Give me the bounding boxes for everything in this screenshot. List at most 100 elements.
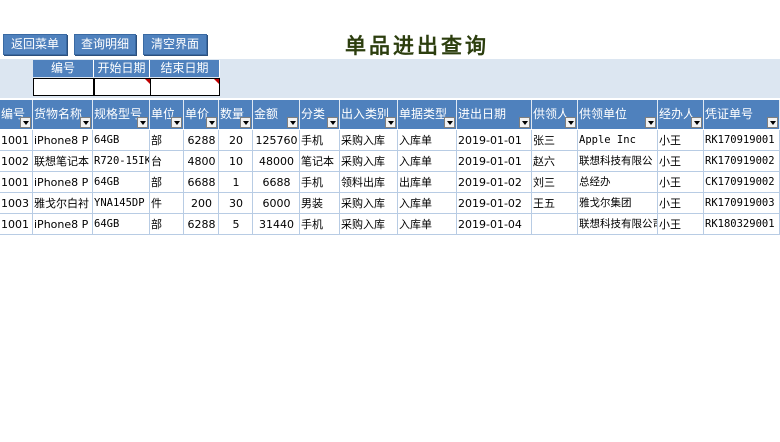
table-cell[interactable]: 30 [219,193,253,214]
table-cell[interactable]: 件 [150,193,184,214]
table-cell[interactable]: 小王 [658,214,704,235]
table-cell[interactable]: 采购入库 [340,151,398,172]
table-cell[interactable]: R720-15IK [93,151,150,172]
table-cell[interactable]: 2019-01-04 [457,214,532,235]
table-cell[interactable]: 男装 [300,193,340,214]
table-cell[interactable]: 2019-01-01 [457,130,532,151]
table-cell[interactable]: 2019-01-02 [457,193,532,214]
filter-dropdown-icon[interactable] [171,117,182,128]
table-cell[interactable]: RK180329001 [704,214,780,235]
table-cell[interactable]: 笔记本 [300,151,340,172]
table-cell[interactable]: 64GB [93,130,150,151]
table-cell[interactable]: 雅戈尔白衬 [33,193,93,214]
back-to-menu-button[interactable]: 返回菜单 [3,34,67,55]
table-cell[interactable]: 5 [219,214,253,235]
table-cell[interactable]: RK170919003 [704,193,780,214]
table-cell[interactable] [532,214,578,235]
table-cell[interactable]: 采购入库 [340,193,398,214]
filter-dropdown-icon[interactable] [240,117,251,128]
table-cell[interactable]: 200 [184,193,219,214]
filter-dropdown-icon[interactable] [287,117,298,128]
table-cell[interactable]: 2019-01-02 [457,172,532,193]
table-cell[interactable]: 雅戈尔集团 [578,193,658,214]
table-cell[interactable]: 部 [150,130,184,151]
table-cell[interactable]: 联想科技有限公 [578,151,658,172]
filter-end-input[interactable] [150,78,220,96]
table-cell[interactable]: 48000 [253,151,300,172]
table-cell[interactable]: 1003 [0,193,33,214]
filter-dropdown-icon[interactable] [327,117,338,128]
filter-dropdown-icon[interactable] [137,117,148,128]
table-cell[interactable]: 6288 [184,214,219,235]
table-cell[interactable]: 31440 [253,214,300,235]
filter-dropdown-icon[interactable] [80,117,91,128]
table-cell[interactable]: 王五 [532,193,578,214]
table-row[interactable]: 1001 iPhone8 P 64GB 部 6688 1 6688 手机 领料出库 出库单 2019… [0,172,780,193]
table-cell[interactable]: 6288 [184,130,219,151]
filter-code-input[interactable] [33,78,94,96]
table-cell[interactable]: 6000 [253,193,300,214]
table-row[interactable]: 1001 iPhone8 P 64GB 部 6288 20 125760 手机 采购入库 入库单 2… [0,130,780,151]
table-cell[interactable]: 1001 [0,214,33,235]
table-cell[interactable]: RK170919002 [704,151,780,172]
table-cell[interactable]: 采购入库 [340,130,398,151]
filter-dropdown-icon[interactable] [645,117,656,128]
table-cell[interactable]: RK170919001 [704,130,780,151]
table-cell[interactable]: 部 [150,214,184,235]
table-cell[interactable]: 10 [219,151,253,172]
table-cell[interactable]: 台 [150,151,184,172]
table-cell[interactable]: iPhone8 P [33,214,93,235]
filter-dropdown-icon[interactable] [519,117,530,128]
table-cell[interactable]: 手机 [300,172,340,193]
table-cell[interactable]: 手机 [300,214,340,235]
filter-dropdown-icon[interactable] [385,117,396,128]
table-cell[interactable]: 2019-01-01 [457,151,532,172]
table-cell[interactable]: YNA145DP [93,193,150,214]
table-cell[interactable]: 64GB [93,172,150,193]
table-cell[interactable]: 1002 [0,151,33,172]
table-cell[interactable]: Apple Inc [578,130,658,151]
filter-dropdown-icon[interactable] [565,117,576,128]
table-cell[interactable]: 6688 [253,172,300,193]
table-cell[interactable]: 入库单 [398,130,457,151]
filter-dropdown-icon[interactable] [444,117,455,128]
filter-dropdown-icon[interactable] [20,117,31,128]
table-row[interactable]: 1002 联想笔记本 R720-15IK 台 4800 10 48000 笔记本 采购入库 入库单… [0,151,780,172]
table-row[interactable]: 1001 iPhone8 P 64GB 部 6288 5 31440 手机 采购入库 入库单 201… [0,214,780,235]
table-cell[interactable]: 入库单 [398,193,457,214]
table-cell[interactable]: 联想科技有限公司 [578,214,658,235]
table-cell[interactable]: 采购入库 [340,214,398,235]
table-cell[interactable]: 刘三 [532,172,578,193]
table-cell[interactable]: 出库单 [398,172,457,193]
table-cell[interactable]: 小王 [658,130,704,151]
table-cell[interactable]: 4800 [184,151,219,172]
table-cell[interactable]: 小王 [658,193,704,214]
table-cell[interactable]: 入库单 [398,151,457,172]
table-cell[interactable]: CK170919002 [704,172,780,193]
table-cell[interactable]: 部 [150,172,184,193]
table-cell[interactable]: 1 [219,172,253,193]
filter-start-input[interactable] [94,78,151,96]
filter-dropdown-icon[interactable] [767,117,778,128]
clear-screen-button[interactable]: 清空界面 [143,34,207,55]
table-cell[interactable]: 1001 [0,172,33,193]
table-cell[interactable]: 手机 [300,130,340,151]
table-cell[interactable]: iPhone8 P [33,172,93,193]
table-cell[interactable]: 1001 [0,130,33,151]
table-cell[interactable]: iPhone8 P [33,130,93,151]
table-cell[interactable]: 64GB [93,214,150,235]
table-cell[interactable]: 6688 [184,172,219,193]
query-detail-button[interactable]: 查询明细 [74,34,136,55]
table-cell[interactable]: 125760 [253,130,300,151]
table-cell[interactable]: 入库单 [398,214,457,235]
filter-dropdown-icon[interactable] [691,117,702,128]
table-row[interactable]: 1003 雅戈尔白衬 YNA145DP 件 200 30 6000 男装 采购入库 入库单 2019… [0,193,780,214]
table-cell[interactable]: 小王 [658,172,704,193]
table-cell[interactable]: 联想笔记本 [33,151,93,172]
table-cell[interactable]: 领料出库 [340,172,398,193]
table-cell[interactable]: 20 [219,130,253,151]
table-cell[interactable]: 张三 [532,130,578,151]
table-cell[interactable]: 赵六 [532,151,578,172]
filter-dropdown-icon[interactable] [206,117,217,128]
table-cell[interactable]: 总经办 [578,172,658,193]
